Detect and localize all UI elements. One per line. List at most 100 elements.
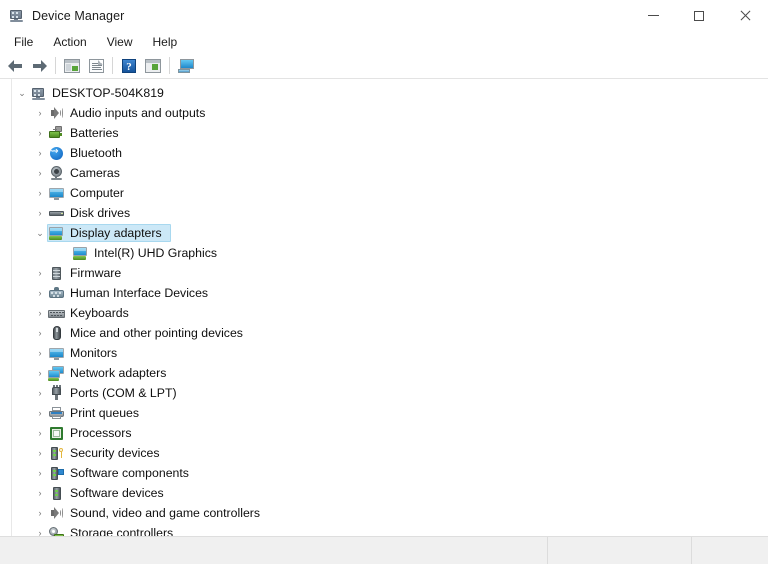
- camera-icon: [48, 165, 65, 182]
- tree-item-label: Keyboards: [70, 306, 129, 320]
- chevron-right-icon[interactable]: ›: [32, 304, 48, 322]
- tree-item-monitors[interactable]: › Monitors: [12, 343, 768, 363]
- scan-hardware-changes-button[interactable]: [174, 55, 198, 77]
- tree-item-ports-com-lpt[interactable]: › Ports (COM & LPT): [12, 383, 768, 403]
- tree-item-label: Display adapters: [70, 226, 162, 240]
- close-button[interactable]: [722, 0, 768, 31]
- chevron-right-icon[interactable]: ›: [32, 204, 48, 222]
- chevron-right-icon[interactable]: ›: [32, 524, 48, 536]
- tree-item-display-adapters[interactable]: ⌄ Display adapters: [12, 223, 768, 243]
- status-pane-3: [692, 537, 768, 564]
- mouse-icon: [48, 325, 65, 342]
- chevron-right-icon[interactable]: ›: [32, 164, 48, 182]
- tree-item-software-devices[interactable]: › Software devices: [12, 483, 768, 503]
- chevron-right-icon[interactable]: ›: [32, 384, 48, 402]
- tree-item-print-queues[interactable]: › Print queues: [12, 403, 768, 423]
- console-tree-icon: [64, 58, 80, 73]
- bluetooth-icon: ⇝: [48, 145, 65, 162]
- tree-item-disk-drives[interactable]: › Disk drives: [12, 203, 768, 223]
- toolbar-separator: [55, 57, 56, 74]
- device-tree[interactable]: ⌄ DESKTOP-504K819 › Audio inputs and out…: [12, 79, 768, 536]
- chevron-right-icon[interactable]: ›: [32, 144, 48, 162]
- tree-item-label: Firmware: [70, 266, 122, 280]
- forward-arrow-icon: [32, 59, 47, 72]
- port-plug-icon: [48, 384, 65, 402]
- tree-item-label: Audio inputs and outputs: [70, 106, 206, 120]
- tree-item-processors[interactable]: › Processors: [12, 423, 768, 443]
- chevron-right-icon[interactable]: ›: [32, 404, 48, 422]
- back-button[interactable]: [3, 55, 27, 77]
- chevron-down-icon[interactable]: ⌄: [32, 224, 48, 242]
- chevron-right-icon[interactable]: ›: [32, 264, 48, 282]
- tree-item-computer[interactable]: › Computer: [12, 183, 768, 203]
- tree-item-firmware[interactable]: › Firmware: [12, 263, 768, 283]
- chevron-right-icon[interactable]: ›: [32, 444, 48, 462]
- tree-item-label: Security devices: [70, 446, 160, 460]
- chevron-right-icon[interactable]: ›: [32, 324, 48, 342]
- menu-item-help[interactable]: Help: [145, 33, 188, 52]
- monitor-icon: [48, 345, 65, 362]
- forward-button[interactable]: [27, 55, 51, 77]
- tree-item-label: Monitors: [70, 346, 118, 360]
- chevron-right-icon[interactable]: ›: [32, 504, 48, 522]
- help-button[interactable]: ?: [117, 55, 141, 77]
- tree-item-label: Ports (COM & LPT): [70, 386, 177, 400]
- maximize-button[interactable]: [676, 0, 722, 31]
- chevron-right-icon[interactable]: ›: [32, 124, 48, 142]
- tree-item-label: Mice and other pointing devices: [70, 326, 243, 340]
- firmware-icon: [48, 265, 65, 282]
- tree-item-label: Network adapters: [70, 366, 167, 380]
- tree-item-label: Sound, video and game controllers: [70, 506, 261, 520]
- tree-item-network-adapters[interactable]: › Network adapters: [12, 363, 768, 383]
- network-adapter-icon: [48, 365, 65, 382]
- update-driver-icon: [145, 58, 161, 73]
- tree-item-human-interface-devices[interactable]: › Human Interface Devices: [12, 283, 768, 303]
- software-device-icon: [48, 485, 65, 502]
- chevron-right-icon[interactable]: ›: [32, 284, 48, 302]
- status-pane-2: [548, 537, 692, 564]
- tree-item-label: Human Interface Devices: [70, 286, 209, 300]
- chevron-right-icon[interactable]: ›: [32, 424, 48, 442]
- tree-item-storage-controllers[interactable]: › Storage controllers: [12, 523, 768, 536]
- toolbar-separator: [112, 57, 113, 74]
- device-manager-window: Device Manager File Action View Help ? ⌄…: [0, 0, 768, 564]
- tree-item-software-components[interactable]: › Software components: [12, 463, 768, 483]
- update-driver-button[interactable]: [141, 55, 165, 77]
- help-question-icon: ?: [122, 58, 136, 73]
- tree-item-audio-inputs-and-outputs[interactable]: › Audio inputs and outputs: [12, 103, 768, 123]
- chevron-right-icon[interactable]: ›: [32, 364, 48, 382]
- tree-item-security-devices[interactable]: › Security devices: [12, 443, 768, 463]
- speaker-icon: [48, 105, 65, 122]
- chevron-right-icon[interactable]: ›: [32, 104, 48, 122]
- chevron-right-icon[interactable]: ›: [32, 344, 48, 362]
- display-adapter-icon: [48, 225, 65, 242]
- menu-item-action[interactable]: Action: [45, 33, 96, 52]
- chevron-right-icon[interactable]: ›: [32, 464, 48, 482]
- battery-icon: [48, 125, 65, 142]
- tree-item-keyboards[interactable]: › Keyboards: [12, 303, 768, 323]
- chevron-right-icon[interactable]: ›: [32, 484, 48, 502]
- status-bar: [0, 536, 768, 564]
- menu-item-file[interactable]: File: [6, 33, 43, 52]
- show-console-tree-button[interactable]: [60, 55, 84, 77]
- minimize-icon: [647, 15, 659, 16]
- tree-item-desktop-504k819[interactable]: ⌄ DESKTOP-504K819: [12, 83, 768, 103]
- properties-button[interactable]: [84, 55, 108, 77]
- chevron-down-icon[interactable]: ⌄: [14, 84, 30, 102]
- minimize-button[interactable]: [630, 0, 676, 31]
- chevron-right-icon[interactable]: ›: [32, 184, 48, 202]
- menu-bar: File Action View Help: [0, 31, 768, 53]
- menu-item-view[interactable]: View: [99, 33, 143, 52]
- device-manager-icon: [8, 7, 25, 24]
- title-bar: Device Manager: [0, 0, 768, 31]
- status-pane-1: [0, 537, 548, 564]
- tree-item-mice-and-other-pointing-devices[interactable]: › Mice and other pointing devices: [12, 323, 768, 343]
- tree-item-bluetooth[interactable]: › ⇝ Bluetooth: [12, 143, 768, 163]
- tree-item-sound-video-and-game-controllers[interactable]: › Sound, video and game controllers: [12, 503, 768, 523]
- tree-item-batteries[interactable]: › Batteries: [12, 123, 768, 143]
- tree-item-intelr-uhd-graphics[interactable]: Intel(R) UHD Graphics: [12, 243, 768, 263]
- tree-item-cameras[interactable]: › Cameras: [12, 163, 768, 183]
- maximize-icon: [694, 10, 704, 21]
- security-device-icon: [48, 445, 65, 462]
